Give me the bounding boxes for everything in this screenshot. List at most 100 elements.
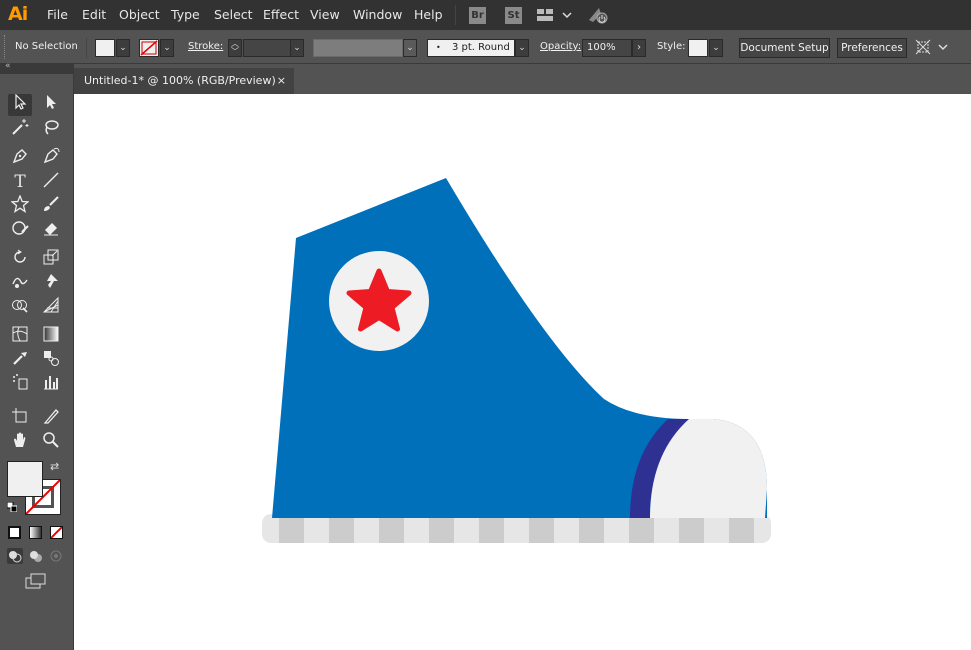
- artboard-canvas[interactable]: [74, 94, 971, 650]
- opacity-label[interactable]: Opacity:: [540, 41, 581, 52]
- eyedropper-tool-icon[interactable]: [8, 349, 32, 371]
- sole-stripe: [529, 514, 554, 543]
- menu-edit[interactable]: Edit: [82, 7, 106, 22]
- stroke-weight-input[interactable]: [243, 39, 291, 57]
- blend-tool-icon[interactable]: [39, 349, 63, 371]
- lasso-tool-icon[interactable]: [39, 118, 63, 140]
- none-mode-button[interactable]: [50, 526, 63, 539]
- perspective-grid-tool-icon[interactable]: [39, 296, 63, 318]
- gpu-performance-icon[interactable]: [587, 6, 609, 27]
- sole-stripe: [279, 514, 304, 543]
- bridge-button[interactable]: Br: [469, 7, 486, 24]
- variable-width-dropdown[interactable]: ⌄: [403, 39, 417, 57]
- sole-stripe: [429, 514, 454, 543]
- selection-status: No Selection: [15, 41, 78, 52]
- sole-stripe: [629, 514, 654, 543]
- menu-file[interactable]: File: [47, 7, 68, 22]
- opacity-expand-button[interactable]: ›: [632, 39, 646, 57]
- menu-bar: Ai File Edit Object Type Select Effect V…: [0, 0, 971, 30]
- graphic-style-dropdown[interactable]: ⌄: [709, 39, 723, 57]
- collapse-icon[interactable]: «: [5, 61, 11, 71]
- sole-stripe: [679, 514, 704, 543]
- app-logo: Ai: [8, 3, 28, 25]
- hand-tool-icon[interactable]: [8, 431, 32, 453]
- swap-colors-icon[interactable]: ⇄: [50, 460, 59, 473]
- document-tab[interactable]: Untitled-1* @ 100% (RGB/Preview) ×: [74, 68, 294, 94]
- screen-mode-icon[interactable]: [24, 572, 48, 590]
- workspace-switcher-icon[interactable]: [537, 8, 573, 25]
- stroke-dropdown[interactable]: ⌄: [160, 39, 174, 57]
- align-options-icon[interactable]: [915, 38, 949, 59]
- symbol-sprayer-tool-icon[interactable]: [8, 373, 32, 395]
- slice-tool-icon[interactable]: [39, 407, 63, 429]
- zoom-tool-icon[interactable]: [39, 431, 63, 453]
- document-setup-button[interactable]: Document Setup: [739, 38, 830, 58]
- warp-tool-icon[interactable]: [8, 272, 32, 294]
- sole-stripe: [579, 514, 604, 543]
- panel-grip[interactable]: [4, 35, 9, 59]
- preferences-button[interactable]: Preferences: [837, 38, 907, 58]
- column-graph-tool-icon[interactable]: [39, 373, 63, 395]
- brush-definition[interactable]: • 3 pt. Round: [427, 39, 515, 57]
- tools-panel: « T ⇄: [0, 61, 74, 650]
- draw-normal-icon[interactable]: [7, 548, 23, 564]
- sole-stripe: [729, 514, 754, 543]
- style-label: Style:: [657, 41, 686, 52]
- menu-type[interactable]: Type: [171, 7, 200, 22]
- star-tool-icon[interactable]: [8, 194, 32, 217]
- selection-tool-icon[interactable]: [8, 93, 32, 116]
- shaper-tool-icon[interactable]: [8, 219, 32, 241]
- fill-dropdown[interactable]: ⌄: [116, 39, 130, 57]
- eraser-tool-icon[interactable]: [39, 219, 63, 241]
- scale-tool-icon[interactable]: [39, 248, 63, 270]
- puppet-warp-tool-icon[interactable]: [39, 272, 63, 294]
- brush-dropdown[interactable]: ⌄: [515, 39, 529, 57]
- menu-help[interactable]: Help: [414, 7, 443, 22]
- divider: [86, 38, 87, 58]
- shape-builder-tool-icon[interactable]: [8, 296, 32, 318]
- sole-stripe: [329, 514, 354, 543]
- opacity-input[interactable]: 100%: [582, 39, 632, 57]
- menu-window[interactable]: Window: [353, 7, 402, 22]
- brush-label: 3 pt. Round: [452, 42, 510, 53]
- stroke-weight-dropdown[interactable]: ⌄: [290, 39, 304, 57]
- line-segment-tool-icon[interactable]: [39, 171, 63, 193]
- draw-inside-icon[interactable]: [48, 548, 64, 564]
- gradient-mode-button[interactable]: [29, 526, 42, 539]
- artwork: [262, 178, 771, 543]
- close-tab-icon[interactable]: ×: [277, 68, 286, 94]
- curvature-tool-icon[interactable]: [39, 147, 63, 169]
- document-tab-bar: Untitled-1* @ 100% (RGB/Preview) ×: [74, 64, 971, 94]
- menu-object[interactable]: Object: [119, 7, 160, 22]
- draw-behind-icon[interactable]: [28, 548, 44, 564]
- artboard-tool-icon[interactable]: [8, 407, 32, 429]
- sole-stripe: [479, 514, 504, 543]
- magic-wand-tool-icon[interactable]: [8, 118, 32, 140]
- stroke-swatch[interactable]: [139, 39, 159, 57]
- shoe-sole[interactable]: [262, 514, 771, 543]
- menu-view[interactable]: View: [310, 7, 340, 22]
- variable-width-profile[interactable]: [313, 39, 403, 57]
- sole-stripe: [379, 514, 404, 543]
- fill-swatch[interactable]: [95, 39, 115, 57]
- rotate-tool-icon[interactable]: [8, 248, 32, 270]
- menu-effect[interactable]: Effect: [263, 7, 299, 22]
- stock-button[interactable]: St: [505, 7, 522, 24]
- menu-select[interactable]: Select: [214, 7, 253, 22]
- mesh-tool-icon[interactable]: [8, 325, 32, 347]
- graphic-style-swatch[interactable]: [688, 39, 708, 57]
- tools-panel-header[interactable]: «: [0, 61, 73, 74]
- gradient-tool-icon[interactable]: [39, 325, 63, 347]
- default-colors-icon[interactable]: [6, 501, 18, 513]
- control-bar: No Selection ⌄ ⌄ Stroke: ︿ ﹀ ⌄ ⌄ • 3 pt. …: [0, 30, 971, 64]
- stroke-weight-stepper[interactable]: ︿ ﹀: [228, 39, 242, 57]
- fill-color-box[interactable]: [7, 461, 43, 497]
- document-tab-title: Untitled-1* @ 100% (RGB/Preview): [84, 74, 276, 87]
- color-mode-button[interactable]: [8, 526, 21, 539]
- type-tool-icon[interactable]: T: [8, 171, 32, 193]
- paintbrush-tool-icon[interactable]: [39, 195, 63, 217]
- stroke-label[interactable]: Stroke:: [188, 41, 223, 52]
- pen-tool-icon[interactable]: [8, 147, 32, 169]
- brush-dot-icon: •: [436, 43, 441, 52]
- direct-selection-tool-icon[interactable]: [39, 94, 63, 116]
